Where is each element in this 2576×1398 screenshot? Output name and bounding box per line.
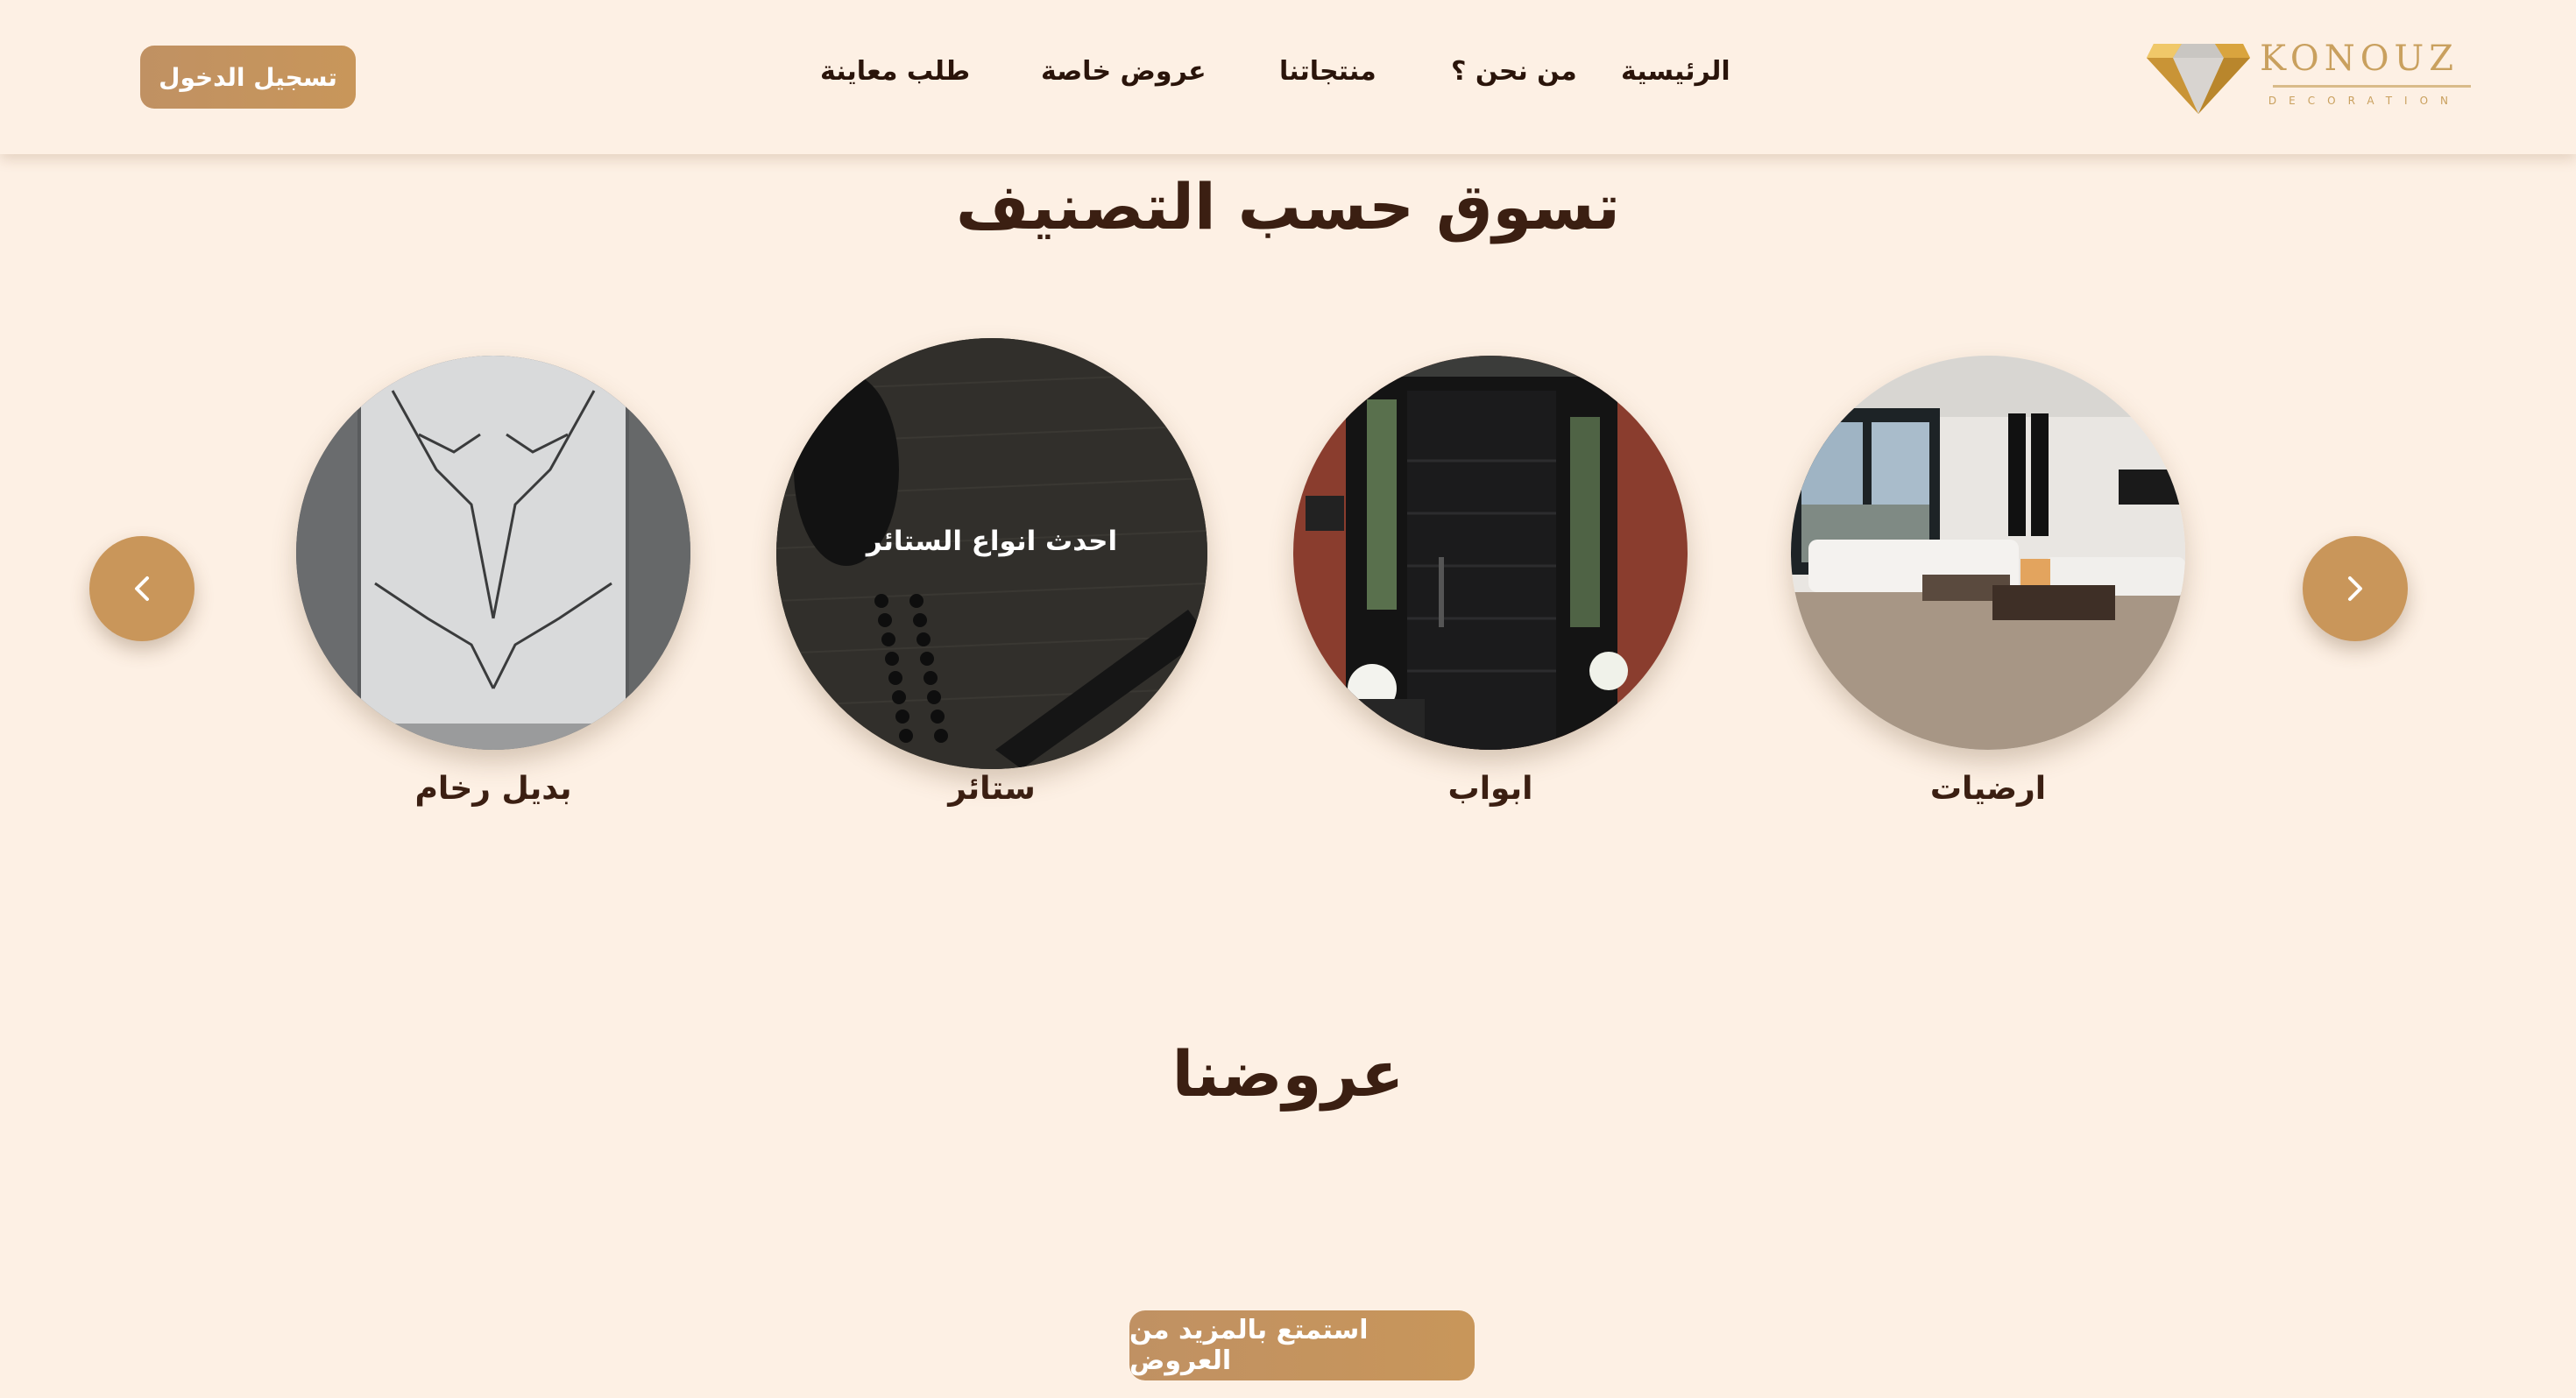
category-doors-label[interactable]: ابواب [1359,771,1622,807]
brand-logo[interactable]: KONOUZ DECORATION [2147,35,2471,119]
diamond-icon [2147,44,2250,114]
front-door-image [1293,356,1688,750]
curtains-overlay-text: احدث انواع الستائر [866,526,1118,557]
category-marble-label[interactable]: بديل رخام [362,771,625,807]
nav-products[interactable]: منتجاتنا [1279,56,1376,100]
more-offers-button[interactable]: استمتع بالمزيد من العروض [1129,1310,1475,1380]
categories-title: تسوق حسب التصنيف [956,170,1620,244]
category-floors-image[interactable] [1791,356,2185,750]
carousel-prev-button[interactable] [89,536,195,641]
chevron-left-icon [135,576,149,601]
living-room-image [1791,356,2185,750]
category-floors-label[interactable]: ارضيات [1857,771,2120,807]
nav-request-inspection[interactable]: طلب معاينة [820,56,970,100]
category-curtains-image[interactable]: احدث انواع الستائر [776,338,1207,769]
carousel-next-button[interactable] [2303,536,2408,641]
nav-special-offers[interactable]: عروض خاصة [1041,56,1207,100]
nav-home[interactable]: الرئيسية [1621,56,1730,100]
site-header: KONOUZ DECORATION الرئيسية من نحن ؟ منتج… [0,0,2576,154]
category-doors-image[interactable] [1293,356,1688,750]
category-marble-image[interactable] [296,356,690,750]
marble-wall-image [296,356,690,750]
brand-name: KONOUZ [2260,39,2459,79]
login-button[interactable]: تسجيل الدخول [140,46,356,109]
brand-divider [2273,85,2471,88]
chevron-right-icon [2348,576,2362,601]
nav-about[interactable]: من نحن ؟ [1451,56,1577,100]
offers-title: عروضنا [1171,1037,1405,1111]
brand-tagline: DECORATION [2268,95,2460,107]
category-curtains-label[interactable]: ستائر [860,771,1123,807]
